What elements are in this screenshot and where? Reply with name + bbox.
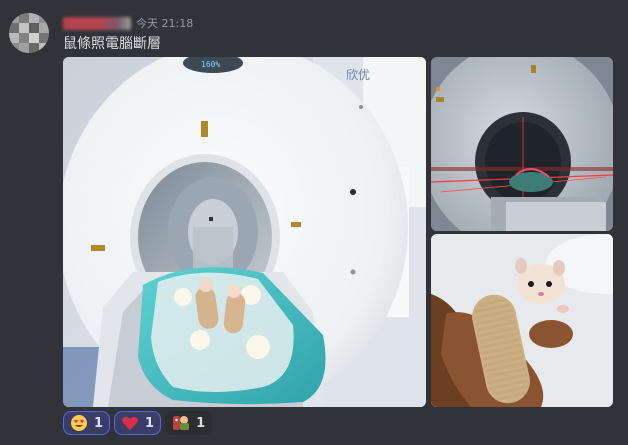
red-heart-icon: [122, 416, 138, 430]
timestamp: 今天 21:18: [136, 17, 194, 30]
reaction-count: 1: [145, 415, 155, 431]
chat-message: username 今天 21:18 鼠條照電腦斷層: [0, 0, 628, 445]
reaction-heart-eyes[interactable]: 1: [63, 411, 111, 435]
ct-scanner-photo: 欣优 160%: [63, 57, 426, 407]
username[interactable]: username: [63, 16, 131, 30]
attachment-image-ct-scanner[interactable]: 欣优 160%: [63, 57, 426, 407]
reaction-count: 1: [196, 415, 206, 431]
custom-sticker-icon: [173, 416, 190, 430]
reaction-count: 1: [94, 415, 104, 431]
ct-laser-photo: [431, 57, 613, 231]
attachment-image-ct-laser[interactable]: [431, 57, 613, 231]
scanner-brand-text: 欣优: [346, 68, 370, 82]
reactions-bar: 1 1 1: [63, 411, 213, 435]
heart-eyes-face-icon: [71, 415, 87, 431]
message-header: username 今天 21:18: [63, 13, 193, 33]
avatar[interactable]: [9, 13, 49, 53]
reaction-custom-sticker[interactable]: 1: [165, 411, 213, 435]
message-text: 鼠條照電腦斷層: [63, 36, 161, 52]
hamster-photo: [431, 234, 613, 407]
attachment-image-hamster[interactable]: [431, 234, 613, 407]
reaction-red-heart[interactable]: 1: [114, 411, 162, 435]
scanner-display-text: 160%: [201, 60, 220, 69]
